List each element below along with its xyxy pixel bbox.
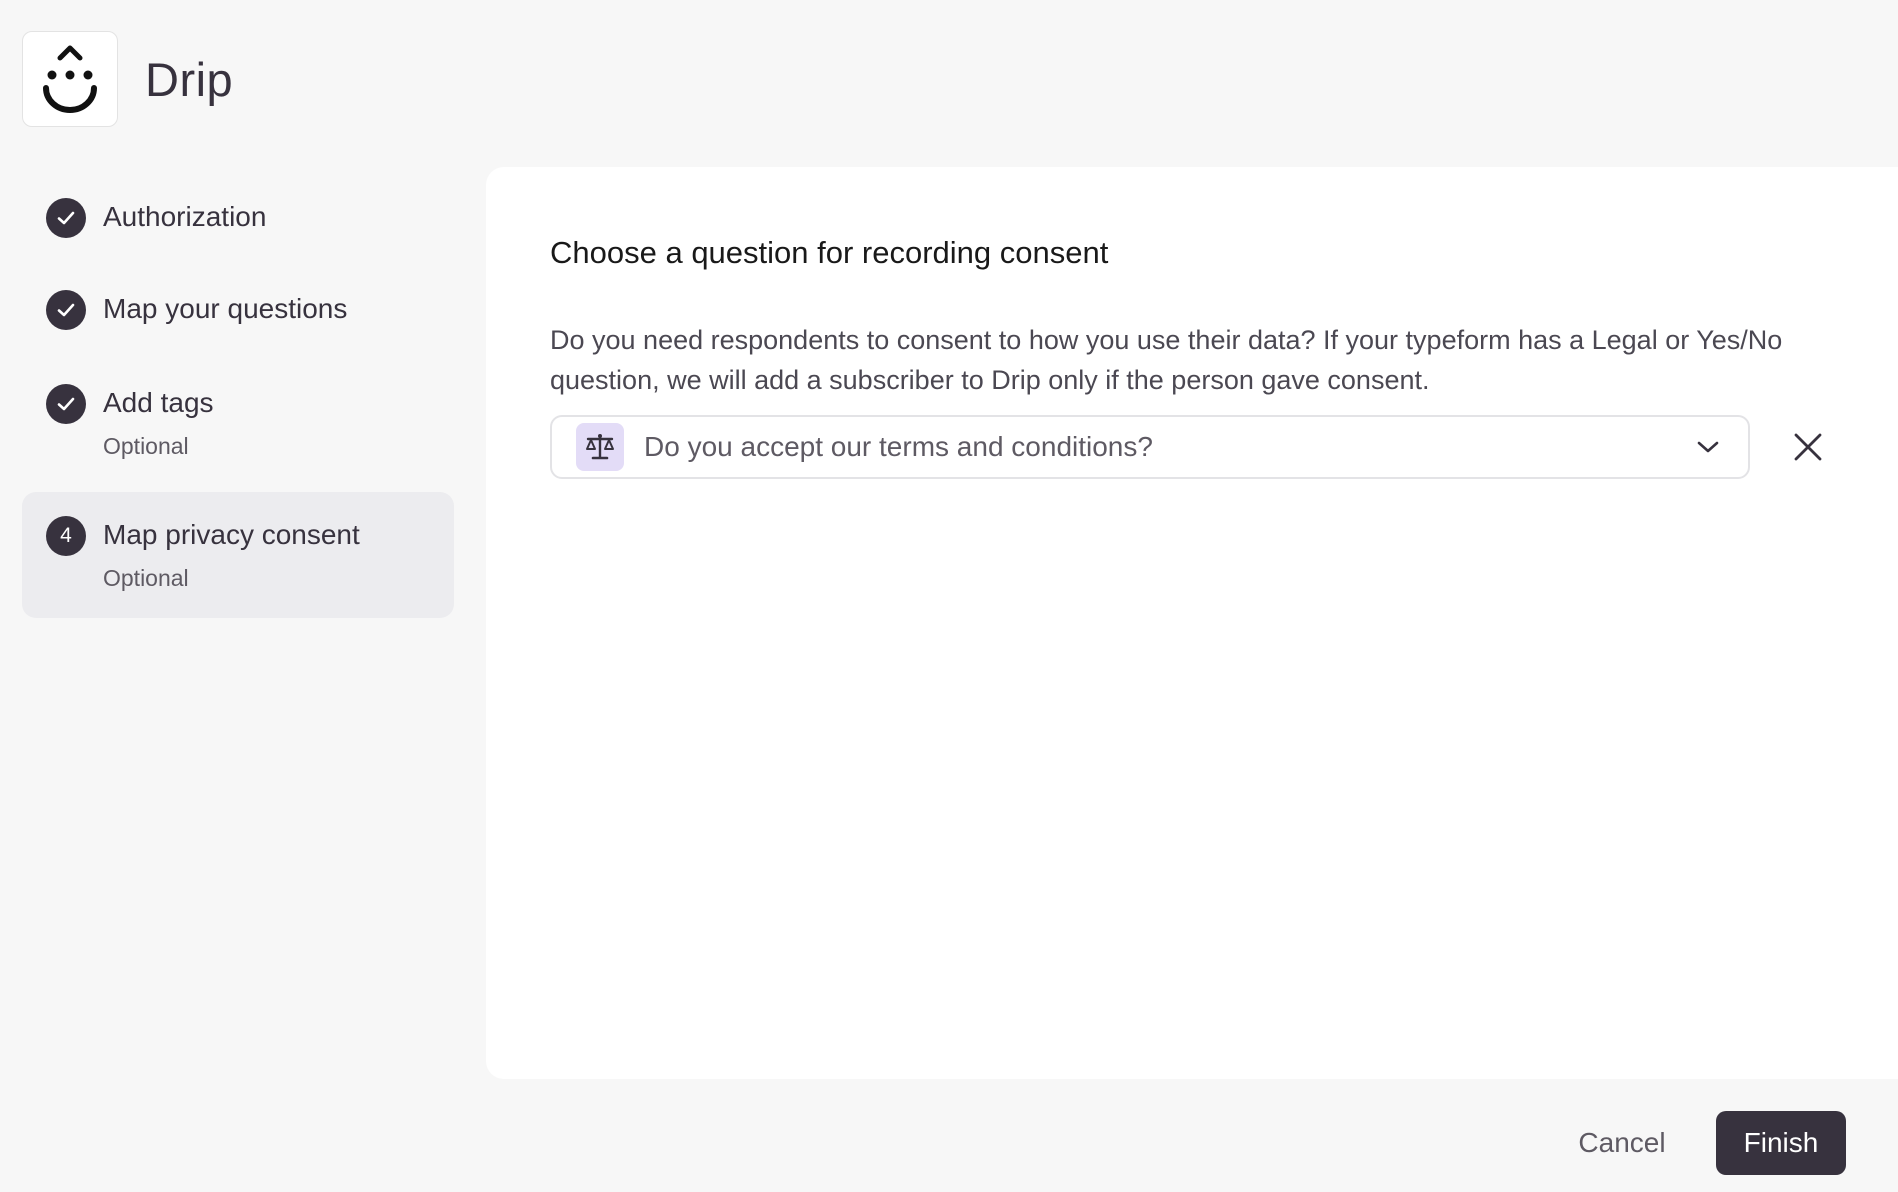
page-title: Choose a question for recording consent — [550, 235, 1109, 270]
consent-description: Do you need respondents to consent to ho… — [550, 325, 1783, 395]
finish-button[interactable]: Finish — [1716, 1111, 1846, 1175]
app-title: Drip — [145, 52, 234, 106]
selected-question-value: Do you accept our terms and conditions? — [644, 431, 1153, 462]
clear-selection-button[interactable] — [1786, 425, 1830, 469]
consent-question-select[interactable]: Do you accept our terms and conditions? — [550, 415, 1750, 479]
step-authorization[interactable]: Authorization — [22, 170, 454, 264]
cancel-button[interactable]: Cancel — [1552, 1111, 1692, 1175]
content-card: Choose a question for recording consent … — [486, 167, 1898, 1079]
step-optional-label: Optional — [103, 565, 189, 591]
step-label: Authorization — [103, 201, 267, 232]
drip-logo — [22, 31, 118, 127]
step-map-questions[interactable]: Map your questions — [22, 264, 454, 358]
step-label: Map your questions — [103, 293, 348, 324]
app-root: Drip Authorization Map your questions Ad — [0, 0, 1898, 1192]
check-icon — [46, 384, 86, 424]
check-icon — [46, 198, 86, 238]
header: Drip — [22, 31, 233, 127]
step-number-badge: 4 — [46, 516, 86, 556]
step-label: Add tags — [103, 387, 214, 418]
chevron-down-icon — [1694, 433, 1722, 461]
close-icon — [1794, 433, 1822, 461]
step-add-tags[interactable]: Add tags Optional — [22, 358, 454, 492]
drip-smiley-logo-icon — [43, 45, 97, 113]
step-optional-label: Optional — [103, 433, 189, 459]
legal-scales-icon — [576, 423, 624, 471]
wizard-steps: Authorization Map your questions Add tag… — [22, 170, 454, 618]
check-icon — [46, 290, 86, 330]
step-map-privacy-consent[interactable]: 4 Map privacy consent Optional — [22, 492, 454, 618]
step-label: Map privacy consent — [103, 519, 360, 550]
